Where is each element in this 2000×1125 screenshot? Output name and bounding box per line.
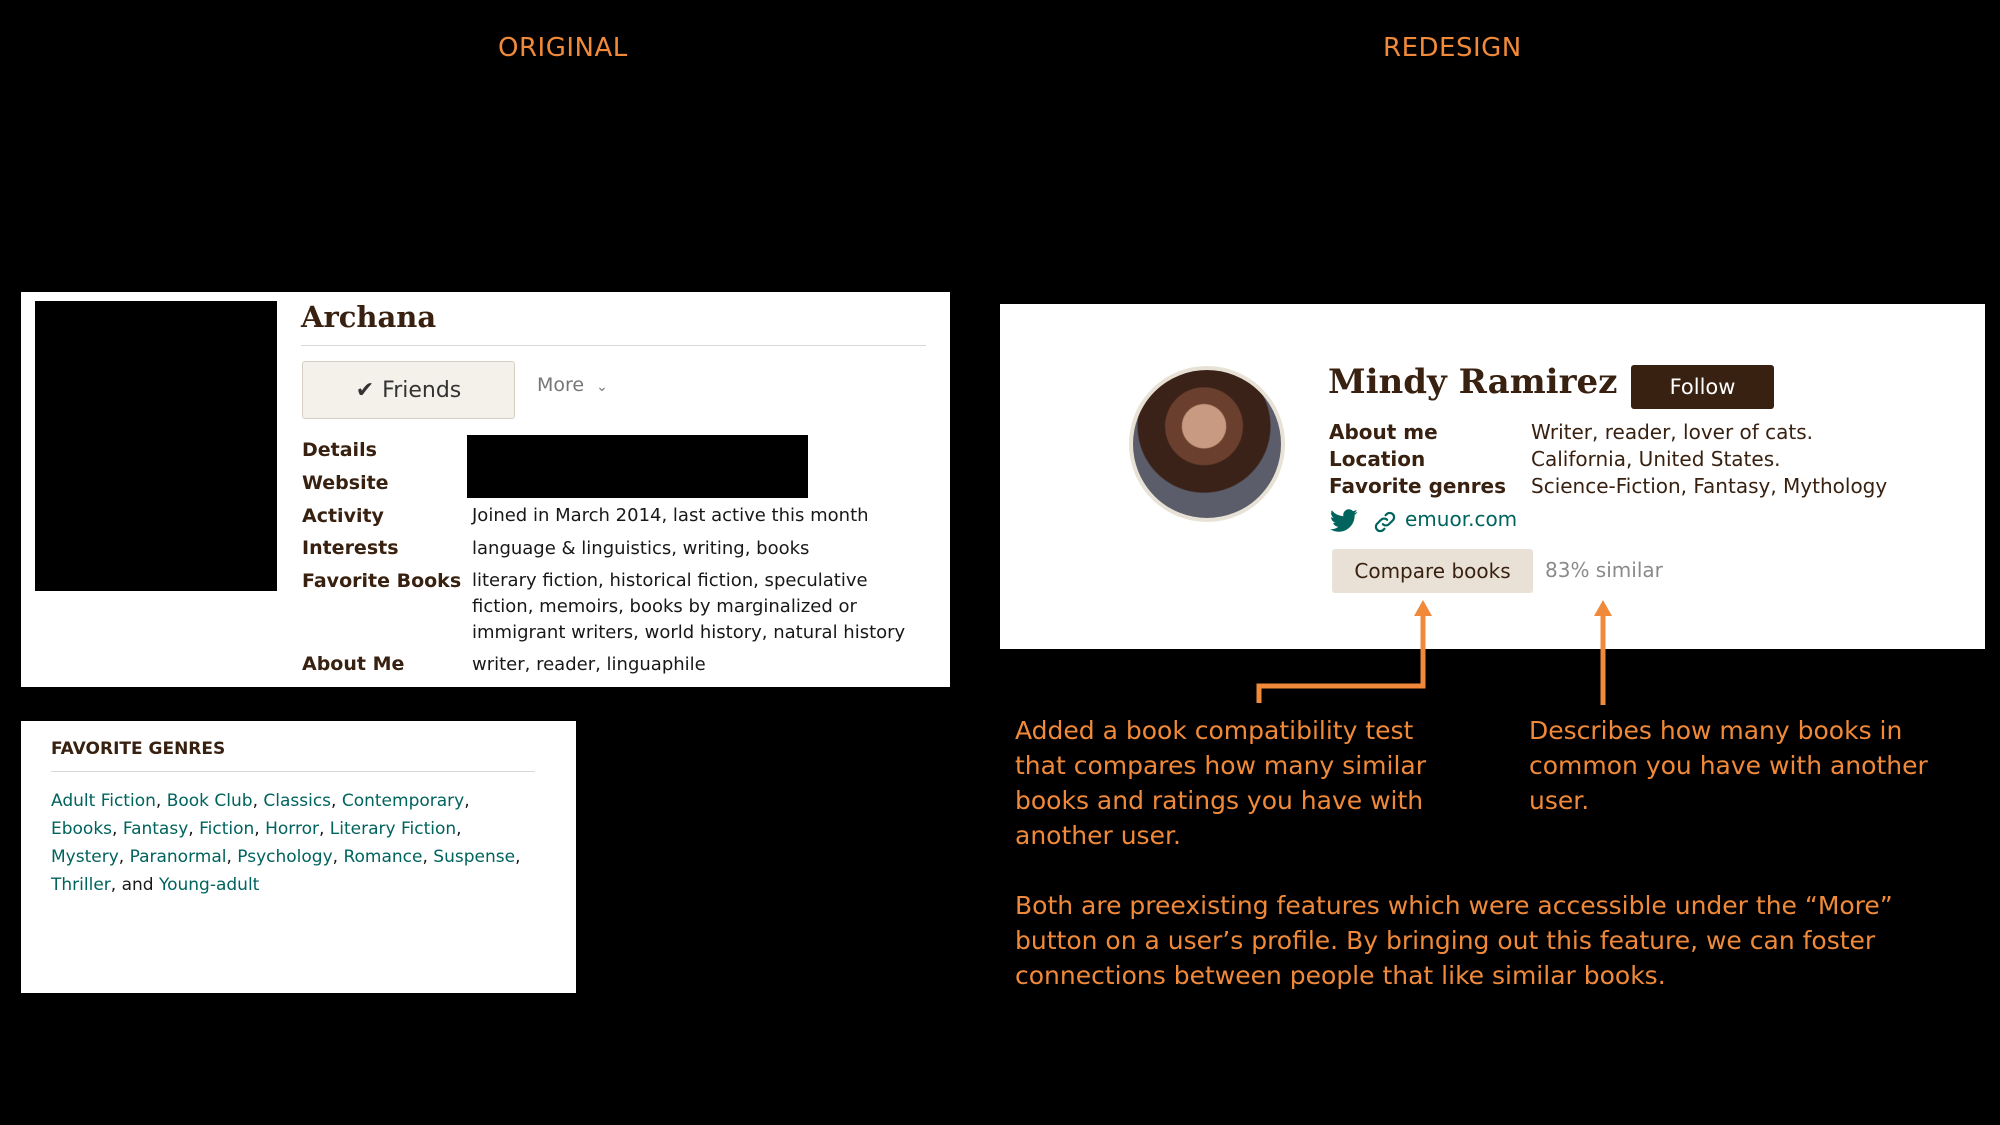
genre-separator: , [332,847,344,867]
genre-link[interactable]: Mystery [51,847,119,867]
more-label: More [537,374,585,396]
genre-separator: , [226,847,238,867]
genres-list: Adult Fiction, Book Club, Classics, Cont… [51,787,531,899]
redesign-heading: REDESIGN [1383,33,1522,63]
genre-separator: , [515,847,521,867]
activity-value: Joined in March 2014, last active this m… [472,505,869,526]
interests-label: Interests [302,537,399,559]
favorite-genres-value: Science-Fiction, Fantasy, Mythology [1531,474,1888,498]
genre-separator: , [456,819,462,839]
avatar [1129,366,1285,522]
genre-link[interactable]: Thriller [51,875,111,895]
genre-separator: , [252,791,264,811]
genre-link[interactable]: Psychology [237,847,332,867]
genre-link[interactable]: Contemporary [342,791,464,811]
genres-title: FAVORITE GENRES [51,739,226,759]
details-label: Details [302,439,377,461]
genre-separator: , [254,819,266,839]
compare-books-button[interactable]: Compare books [1332,549,1533,593]
genre-link[interactable]: Young-adult [159,875,259,895]
profile-name: Archana [301,300,437,334]
genre-separator: , [112,819,123,839]
genre-link[interactable]: Romance [343,847,422,867]
genre-separator: , [422,847,434,867]
activity-label: Activity [302,505,384,527]
interests-value: language & linguistics, writing, books [472,538,810,559]
genre-conjunction: and [116,875,159,895]
favorite-genres-label: Favorite genres [1329,474,1507,498]
friends-button[interactable]: ✔ Friends [302,361,515,419]
about-me-label: About me [1329,420,1438,444]
divider [301,345,926,346]
location-label: Location [1329,447,1426,471]
genre-link[interactable]: Suspense [433,847,515,867]
profile-photo-redacted [35,301,277,591]
about-me-label: About Me [302,653,405,675]
genre-link[interactable]: Adult Fiction [51,791,156,811]
favorite-books-label: Favorite Books [302,570,462,592]
both-annotation: Both are preexisting features which were… [1015,891,1893,990]
profile-name: Mindy Ramirez [1328,362,1618,402]
divider [51,771,535,772]
genre-separator: , [155,791,167,811]
genre-link[interactable]: Paranormal [130,847,227,867]
genre-separator: , [464,791,470,811]
original-heading: ORIGINAL [498,33,628,63]
similarity-text: 83% similar [1545,558,1663,582]
favorite-genres-card: FAVORITE GENRES Adult Fiction, Book Club… [21,721,576,993]
genre-separator: , [318,819,330,839]
location-value: California, United States. [1531,447,1781,471]
genre-link[interactable]: Book Club [167,791,253,811]
redesign-profile-card: Mindy Ramirez Follow About me Writer, re… [1000,304,1985,649]
check-icon: ✔ [355,377,375,403]
twitter-icon[interactable] [1330,509,1358,533]
link-icon[interactable] [1372,509,1398,535]
genre-link[interactable]: Classics [263,791,331,811]
redacted-details [467,435,808,498]
friends-label: Friends [382,377,462,403]
genre-link[interactable]: Horror [265,819,319,839]
website-label: Website [302,472,389,494]
follow-button[interactable]: Follow [1631,365,1774,409]
genre-link[interactable]: Ebooks [51,819,112,839]
genre-link[interactable]: Literary Fiction [330,819,456,839]
genre-link[interactable]: Fantasy [123,819,188,839]
favorite-books-value: literary fiction, historical fiction, sp… [472,570,906,643]
genre-link[interactable]: Fiction [199,819,254,839]
genre-separator: , [188,819,200,839]
common-annotation: Describes how many books in common you h… [1529,716,1928,815]
website-link[interactable]: emuor.com [1405,507,1517,531]
chevron-down-icon: ⌄ [596,379,608,395]
about-me-value: Writer, reader, lover of cats. [1531,420,1814,444]
genre-separator: , [118,847,130,867]
genre-separator: , [331,791,342,811]
about-me-value: writer, reader, linguaphile [472,654,706,675]
original-profile-card: Archana ✔ Friends More ⌄ Details Website… [21,292,950,687]
compat-annotation: Added a book compatibility test that com… [1015,716,1426,850]
more-button[interactable]: More ⌄ [537,374,608,396]
